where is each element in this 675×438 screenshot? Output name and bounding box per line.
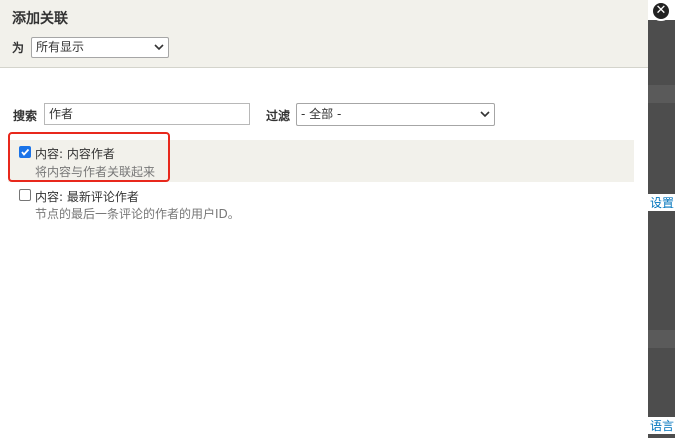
background-band [648, 330, 675, 348]
background-language-link: 语言 [648, 417, 675, 434]
filter-label: 过滤 [266, 109, 291, 123]
item-title: 内容: 最新评论作者 [35, 190, 139, 204]
display-select-value: 所有显示 [36, 40, 85, 54]
item-description: 节点的最后一条评论的作者的用户ID。 [35, 207, 240, 221]
filter-select-value: - 全部 - [301, 107, 342, 121]
item-checkbox[interactable] [19, 189, 31, 201]
search-input[interactable]: 作者 [44, 103, 250, 125]
dialog-header: 添加关联 为 所有显示 [0, 0, 648, 68]
add-relationship-dialog: 添加关联 为 所有显示 搜索 作者 过滤 - 全部 - 内容: 内容作者 将内容… [0, 0, 648, 438]
list-item[interactable]: 内容: 最新评论作者 节点的最后一条评论的作者的用户ID。 [8, 184, 634, 224]
filter-select[interactable]: - 全部 - [296, 103, 495, 126]
background-band [648, 85, 675, 103]
close-icon[interactable]: ✕ [651, 1, 671, 21]
background-settings-link: 设置 [648, 194, 675, 211]
background-overlay [648, 20, 675, 438]
for-label: 为 [12, 41, 25, 55]
search-label: 搜索 [13, 109, 38, 123]
chevron-down-icon [154, 38, 164, 64]
chevron-down-icon [480, 104, 490, 133]
display-select[interactable]: 所有显示 [31, 37, 169, 58]
highlight-box [8, 132, 170, 182]
dialog-title: 添加关联 [12, 11, 68, 27]
